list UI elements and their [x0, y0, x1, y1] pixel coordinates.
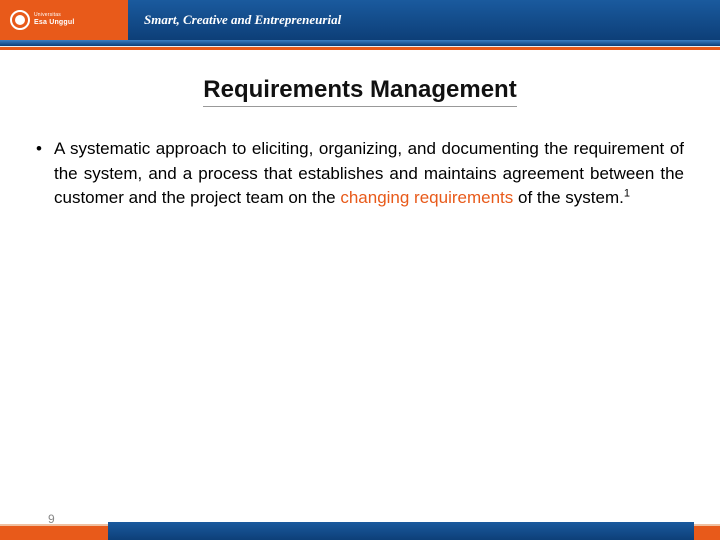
bullet-text-highlight: changing requirements — [340, 188, 513, 207]
title-area: Requirements Management — [0, 48, 720, 127]
logo-text: Universitas Esa Unggul — [34, 13, 75, 26]
logo-block: Universitas Esa Unggul — [0, 0, 128, 40]
logo-name: Esa Unggul — [34, 19, 75, 26]
logo-icon — [10, 10, 30, 30]
slide-title: Requirements Management — [203, 76, 516, 107]
tagline-text: Smart, Creative and Entrepreneurial — [144, 12, 341, 28]
header-tagline-bar: Smart, Creative and Entrepreneurial — [128, 0, 720, 40]
footer-blue — [108, 522, 694, 540]
header-stripe-orange — [0, 47, 720, 50]
bullet-text-suffix: of the system. — [513, 188, 624, 207]
bullet-item: • A systematic approach to eliciting, or… — [36, 137, 684, 211]
page-number: 9 — [48, 512, 55, 526]
bullet-text: A systematic approach to eliciting, orga… — [54, 137, 684, 211]
bullet-marker: • — [36, 137, 54, 162]
slide-footer: 9 — [0, 514, 720, 540]
footnote-mark: 1 — [624, 188, 630, 200]
slide-content: • A systematic approach to eliciting, or… — [0, 127, 720, 211]
slide-header: Universitas Esa Unggul Smart, Creative a… — [0, 0, 720, 48]
